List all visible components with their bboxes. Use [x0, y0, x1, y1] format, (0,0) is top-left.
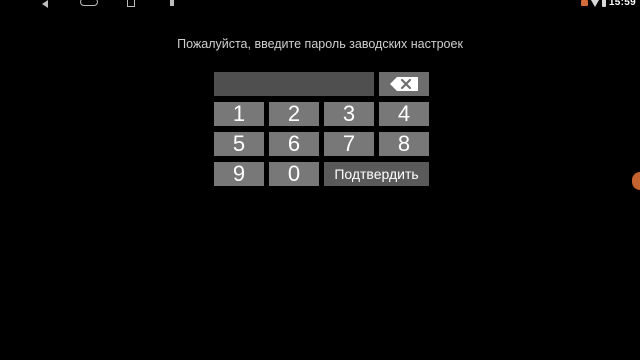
- key-3[interactable]: 3: [324, 102, 374, 126]
- key-7[interactable]: 7: [324, 132, 374, 156]
- backspace-icon: [390, 77, 418, 91]
- status-indicators: 15:59: [580, 0, 636, 8]
- key-5[interactable]: 5: [214, 132, 264, 156]
- factory-password-screen: 15:59 Пожалуйста, введите пароль заводск…: [0, 0, 640, 360]
- floating-handle-icon[interactable]: [632, 172, 640, 190]
- notification-icon: [170, 0, 174, 6]
- key-6[interactable]: 6: [269, 132, 319, 156]
- battery-icon: [601, 0, 606, 7]
- status-bar: 15:59: [0, 0, 640, 8]
- home-icon[interactable]: [80, 0, 98, 6]
- wifi-icon: [590, 0, 599, 7]
- key-1[interactable]: 1: [214, 102, 264, 126]
- password-field[interactable]: [214, 72, 374, 96]
- key-9[interactable]: 9: [214, 162, 264, 186]
- key-4[interactable]: 4: [379, 102, 429, 126]
- back-icon[interactable]: [42, 0, 48, 8]
- recents-icon[interactable]: [127, 0, 135, 7]
- backspace-button[interactable]: [379, 72, 429, 96]
- cast-icon: [580, 0, 588, 6]
- clock: 15:59: [608, 0, 636, 8]
- password-prompt: Пожалуйста, введите пароль заводских нас…: [177, 37, 463, 51]
- confirm-button[interactable]: Подтвердить: [324, 162, 429, 186]
- key-0[interactable]: 0: [269, 162, 319, 186]
- key-2[interactable]: 2: [269, 102, 319, 126]
- key-8[interactable]: 8: [379, 132, 429, 156]
